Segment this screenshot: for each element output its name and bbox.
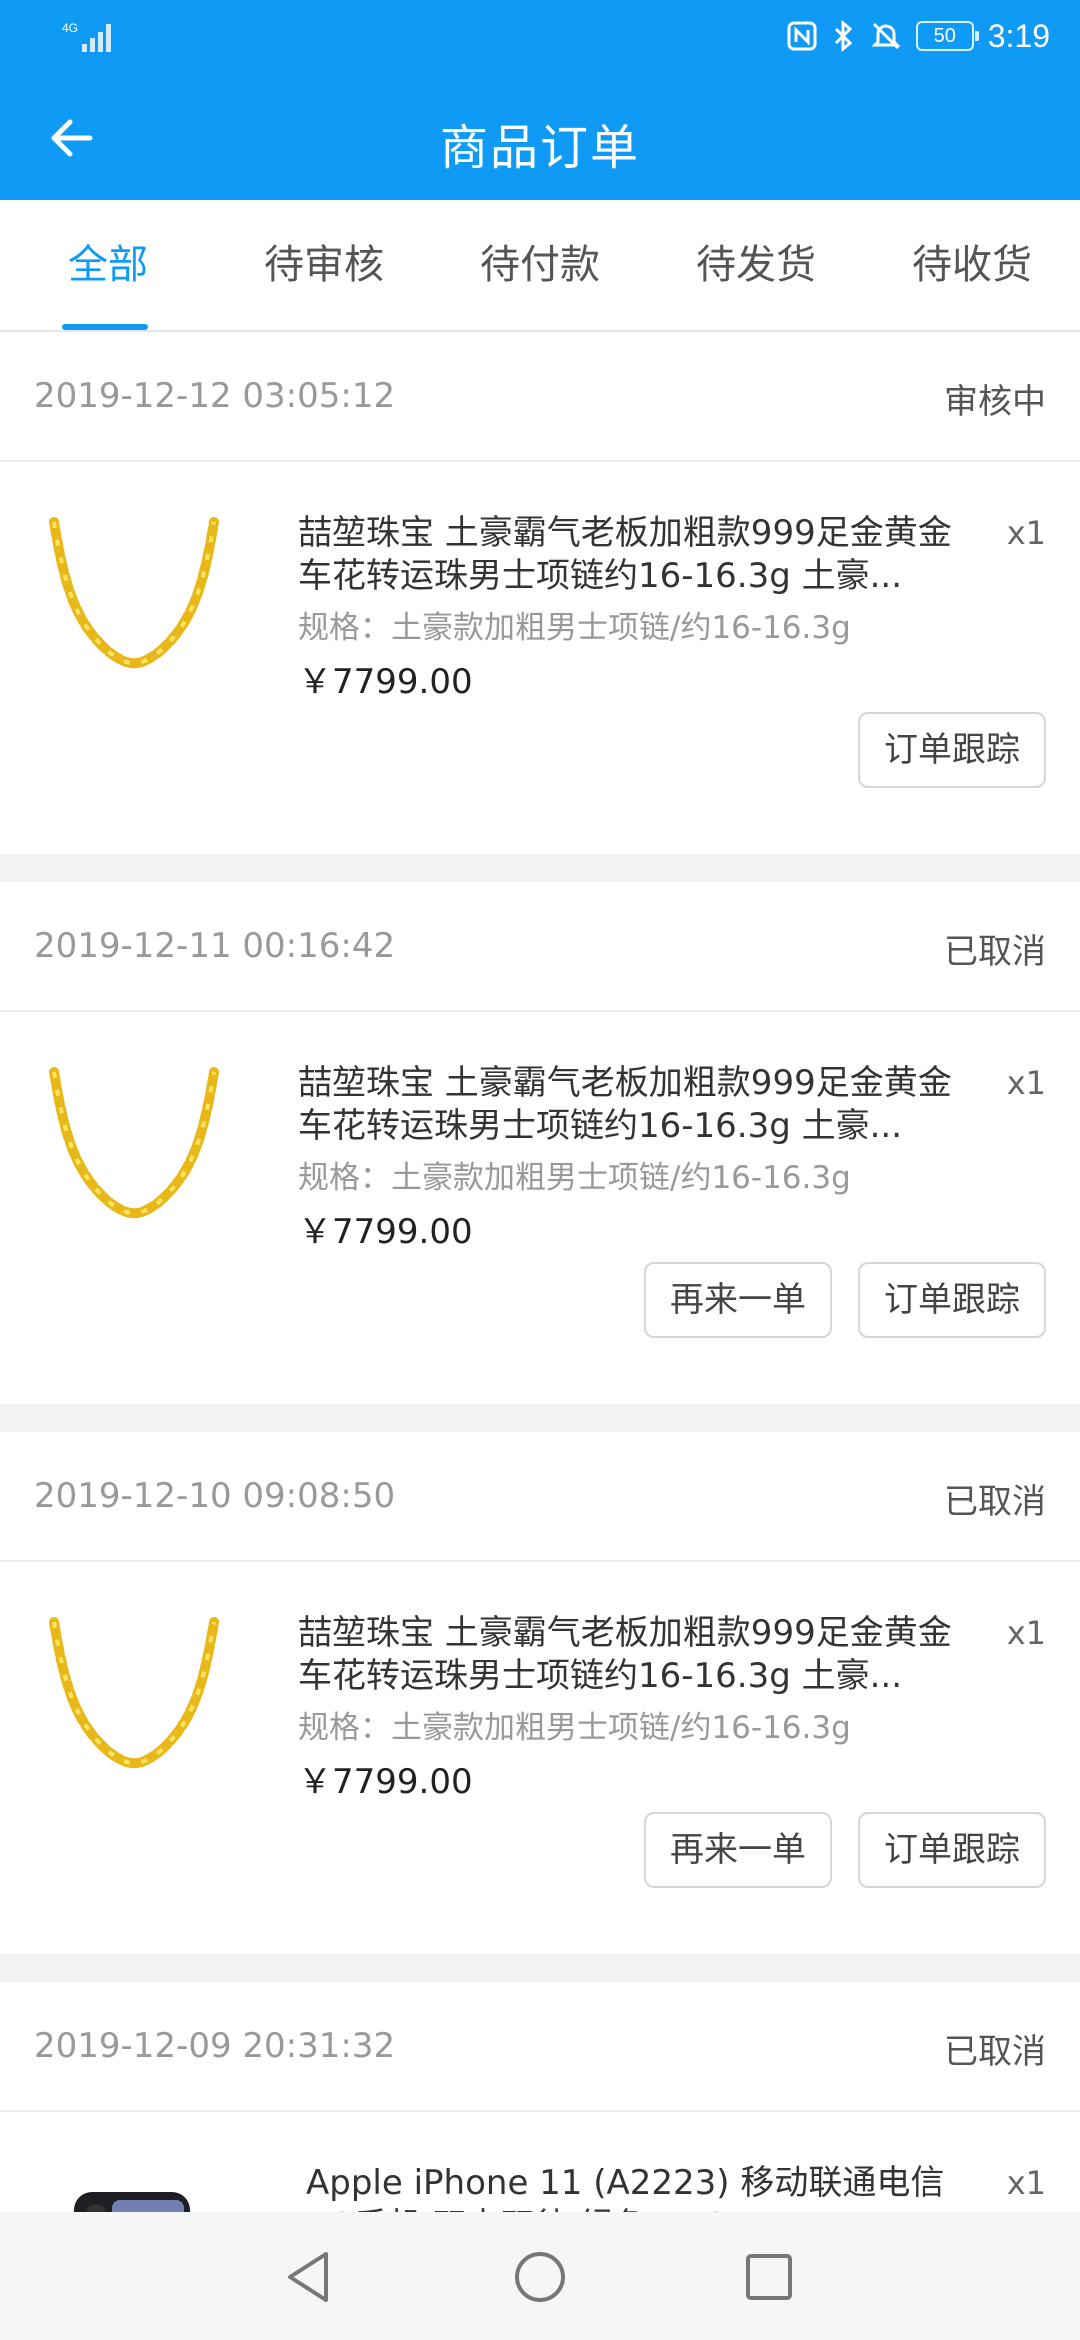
back-triangle-icon[interactable] (274, 2242, 344, 2312)
bluetooth-icon (834, 19, 852, 53)
track-order-button[interactable]: 订单跟踪 (858, 1262, 1046, 1338)
order-status: 已取消 (944, 1482, 1046, 1522)
order-date: 2019-12-09 20:31:32 (34, 2026, 396, 2066)
tab-pending-review[interactable]: 待审核 (216, 200, 432, 330)
product-image (49, 1067, 219, 1219)
order-date: 2019-12-11 00:16:42 (34, 926, 396, 966)
order-card[interactable]: 2019-12-11 00:16:42 已取消 喆堃珠宝 土豪霸气老板加粗款99… (0, 882, 1080, 1404)
product-name: 喆堃珠宝 土豪霸气老板加粗款999足金黄金车花转运珠男士项链约16-16.3g … (298, 1063, 952, 1146)
nfc-icon (787, 21, 817, 51)
order-card[interactable]: 2019-12-10 09:08:50 已取消 喆堃珠宝 土豪霸气老板加粗款99… (0, 1432, 1080, 1954)
order-item[interactable]: 喆堃珠宝 土豪霸气老板加粗款999足金黄金车花转运珠男士项链约16-16.3g … (0, 1562, 1080, 1802)
reorder-button[interactable]: 再来一单 (644, 1262, 832, 1338)
product-image (49, 517, 219, 669)
mute-bell-icon (871, 22, 901, 50)
order-date: 2019-12-12 03:05:12 (34, 376, 396, 416)
product-spec: 规格：土豪款加粗男士项链/约16-16.3g (298, 1160, 851, 1196)
order-header: 2019-12-12 03:05:12 审核中 (0, 332, 1080, 462)
signal-icon: 4G (62, 21, 111, 52)
home-circle-icon[interactable] (505, 2242, 575, 2312)
tab-pending-receipt[interactable]: 待收货 (864, 200, 1080, 330)
order-header: 2019-12-11 00:16:42 已取消 (0, 882, 1080, 1012)
reorder-button[interactable]: 再来一单 (644, 1812, 832, 1888)
product-quantity: x1 (1006, 1064, 1046, 1102)
product-quantity: x1 (1006, 2164, 1046, 2202)
order-item[interactable]: 喆堃珠宝 土豪霸气老板加粗款999足金黄金车花转运珠男士项链约16-16.3g … (0, 1012, 1080, 1252)
track-order-button[interactable]: 订单跟踪 (858, 1812, 1046, 1888)
order-list: 2019-12-12 03:05:12 审核中 喆堃珠宝 土豪霸气老板加粗款99… (0, 332, 1080, 2340)
product-image (49, 1617, 219, 1769)
order-card[interactable]: 2019-12-12 03:05:12 审核中 喆堃珠宝 土豪霸气老板加粗款99… (0, 332, 1080, 854)
status-bar: 4G 50 3:19 (0, 0, 1080, 72)
product-quantity: x1 (1006, 1614, 1046, 1652)
track-order-button[interactable]: 订单跟踪 (858, 712, 1046, 788)
recents-square-icon[interactable] (734, 2242, 804, 2312)
product-spec: 规格：土豪款加粗男士项链/约16-16.3g (298, 1710, 851, 1746)
tab-all[interactable]: 全部 (0, 200, 216, 330)
app-bar: 商品订单 (0, 72, 1080, 200)
page-title: 商品订单 (439, 120, 640, 176)
clock: 3:19 (987, 17, 1050, 54)
order-item[interactable]: 喆堃珠宝 土豪霸气老板加粗款999足金黄金车花转运珠男士项链约16-16.3g … (0, 462, 1080, 702)
battery-indicator: 50 (915, 21, 979, 51)
order-actions: 再来一单 订单跟踪 (0, 1232, 1080, 1404)
order-header: 2019-12-10 09:08:50 已取消 (0, 1432, 1080, 1562)
order-status: 审核中 (944, 382, 1046, 422)
status-icons: 50 3:19 (786, 14, 1050, 58)
product-name: 喆堃珠宝 土豪霸气老板加粗款999足金黄金车花转运珠男士项链约16-16.3g … (298, 513, 952, 596)
product-quantity: x1 (1006, 514, 1046, 552)
system-nav-bar (0, 2212, 1080, 2340)
order-header: 2019-12-09 20:31:32 已取消 (0, 1982, 1080, 2112)
order-actions: 再来一单 订单跟踪 (0, 1782, 1080, 1954)
tab-pending-shipment[interactable]: 待发货 (648, 200, 864, 330)
order-status: 已取消 (944, 2032, 1046, 2072)
product-name: 喆堃珠宝 土豪霸气老板加粗款999足金黄金车花转运珠男士项链约16-16.3g … (298, 1613, 952, 1696)
order-actions: 订单跟踪 (0, 682, 1080, 854)
order-tabs: 全部 待审核 待付款 待发货 待收货 (0, 200, 1080, 332)
order-date: 2019-12-10 09:08:50 (34, 1476, 396, 1516)
product-spec: 规格：土豪款加粗男士项链/约16-16.3g (298, 610, 851, 646)
network-label: 4G (62, 21, 78, 35)
tab-pending-payment[interactable]: 待付款 (432, 200, 648, 330)
order-status: 已取消 (944, 932, 1046, 972)
